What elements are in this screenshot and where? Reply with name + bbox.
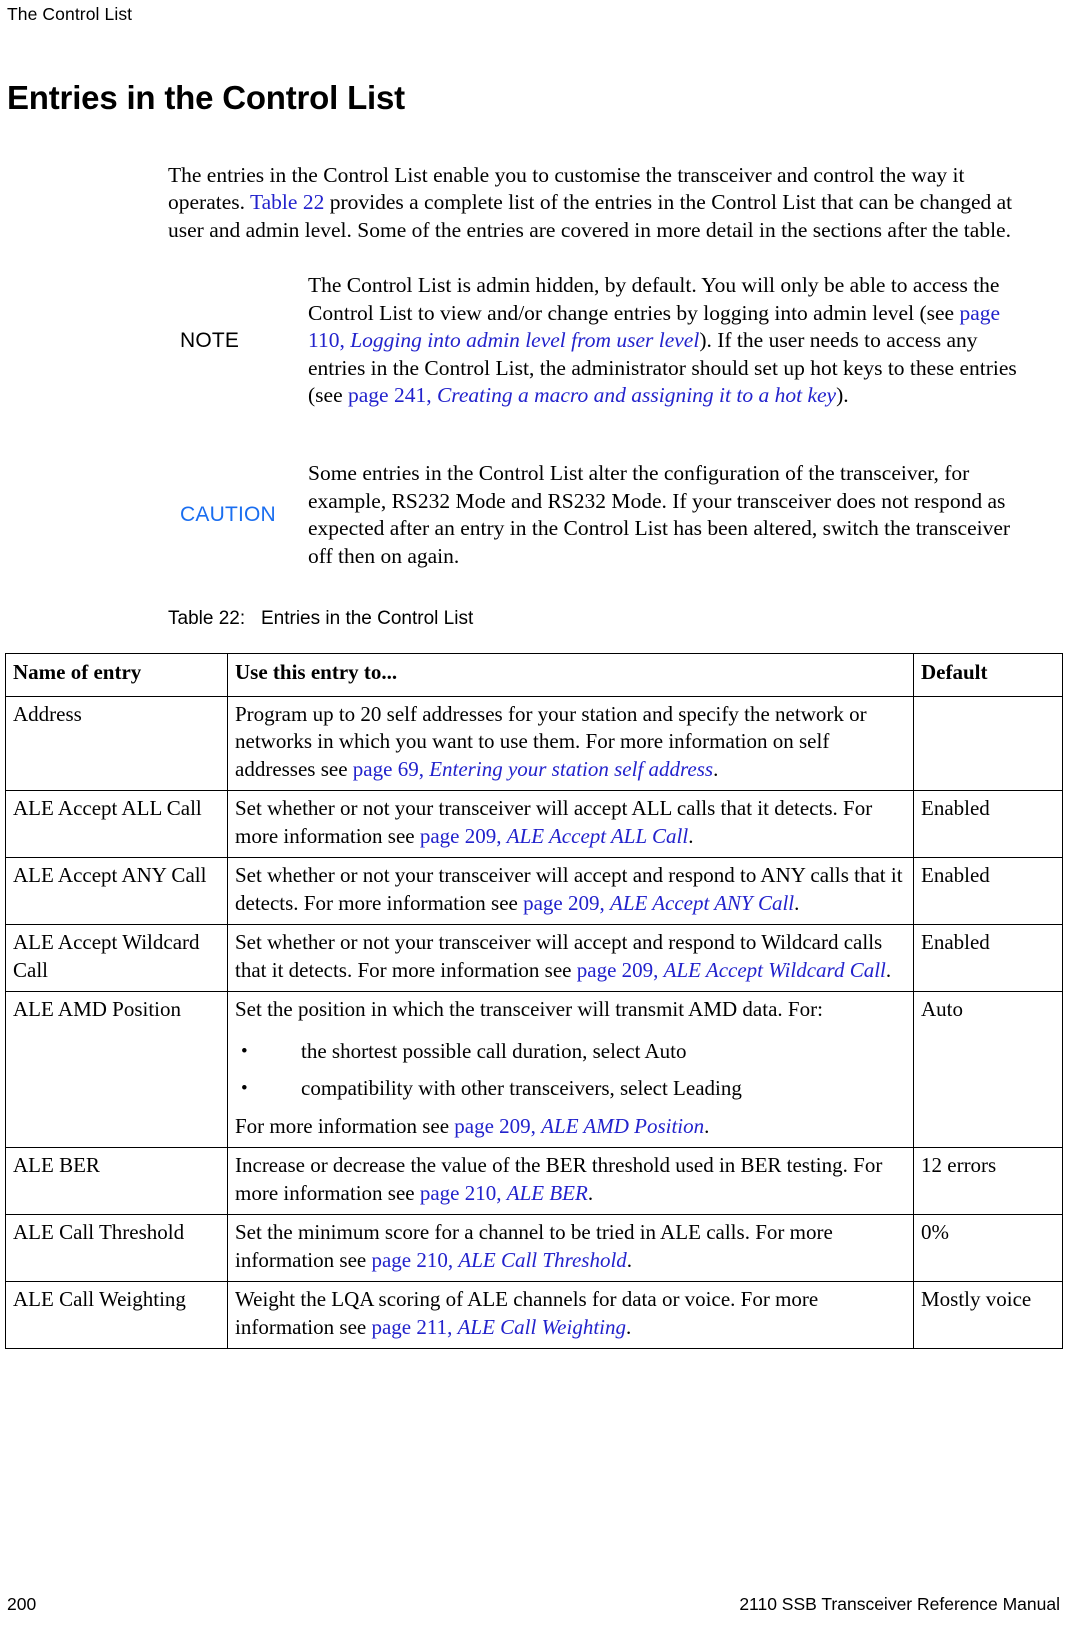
- link-page-209[interactable]: page 209,: [454, 1114, 541, 1138]
- note-admonition: NOTE The Control List is admin hidden, b…: [180, 272, 1026, 410]
- caution-admonition: CAUTION Some entries in the Control List…: [180, 460, 1026, 570]
- note-text-1: The Control List is admin hidden, by def…: [308, 273, 1000, 325]
- link-ale-ber[interactable]: ALE BER: [507, 1181, 588, 1205]
- cell-entry-default: Mostly voice: [913, 1281, 1063, 1349]
- link-creating-a-macro[interactable]: Creating a macro and assigning it to a h…: [437, 383, 836, 407]
- link-page-241[interactable]: page 241,: [348, 383, 437, 407]
- bullet-list: the shortest possible call duration, sel…: [235, 1038, 906, 1103]
- cell-entry-use: Set whether or not your transceiver will…: [227, 857, 914, 925]
- table-row: ALE Call Threshold Set the minimum score…: [5, 1214, 1063, 1282]
- footer-manual-title: 2110 SSB Transceiver Reference Manual: [739, 1594, 1060, 1614]
- running-header: The Control List: [7, 4, 133, 24]
- cell-entry-name: Address: [5, 695, 228, 791]
- page-title: Entries in the Control List: [7, 79, 405, 117]
- cell-text-end: .: [794, 890, 800, 915]
- cell-entry-use: Set whether or not your transceiver will…: [227, 790, 914, 858]
- cell-paragraph: Set the position in which the transceive…: [235, 997, 823, 1021]
- cell-paragraph: Set whether or not your transceiver will…: [235, 795, 906, 850]
- intro-paragraph: The entries in the Control List enable y…: [168, 162, 1016, 245]
- cell-entry-name: ALE AMD Position: [5, 991, 228, 1148]
- note-text-3: ).: [836, 383, 849, 407]
- cell-entry-default: Enabled: [913, 857, 1063, 925]
- cell-text-end: .: [688, 823, 694, 848]
- document-page: The Control List Entries in the Control …: [0, 0, 1067, 1639]
- table-body: Address Program up to 20 self addresses …: [5, 695, 1063, 1349]
- cell-entry-use: Set whether or not your transceiver will…: [227, 924, 914, 992]
- cell-text-end: .: [704, 1113, 710, 1138]
- control-list-table: Name of entry Use this entry to... Defau…: [5, 653, 1063, 1349]
- column-header-default: Default: [913, 653, 1063, 697]
- link-page-210[interactable]: page 210,: [420, 1181, 507, 1205]
- cell-text-end: .: [587, 1180, 594, 1205]
- cell-paragraph: Program up to 20 self addresses for your…: [235, 701, 906, 784]
- cell-paragraph: Set whether or not your transceiver will…: [235, 862, 906, 917]
- note-label: NOTE: [180, 328, 240, 352]
- link-page-211[interactable]: page 211,: [371, 1315, 457, 1339]
- link-page-209[interactable]: page 209,: [577, 958, 664, 982]
- list-item: compatibility with other transceivers, s…: [235, 1075, 906, 1103]
- list-item: the shortest possible call duration, sel…: [235, 1038, 906, 1066]
- table-header-row: Name of entry Use this entry to... Defau…: [5, 653, 1063, 697]
- cell-entry-default: [913, 695, 1063, 791]
- link-ale-accept-wildcard-call[interactable]: ALE Accept Wildcard Call: [664, 958, 886, 982]
- cell-entry-name: ALE BER: [5, 1147, 228, 1215]
- link-entering-your-station-self-address[interactable]: Entering your station self address: [429, 757, 713, 781]
- cell-entry-name: ALE Accept Wildcard Call: [5, 924, 228, 992]
- cell-entry-default: 0%: [913, 1214, 1063, 1282]
- link-page-69[interactable]: page 69,: [353, 757, 429, 781]
- table-row: ALE Call Weighting Weight the LQA scorin…: [5, 1281, 1063, 1349]
- cell-entry-name: ALE Call Threshold: [5, 1214, 228, 1282]
- cell-entry-default: Enabled: [913, 924, 1063, 992]
- cell-paragraph: Increase or decrease the value of the BE…: [235, 1152, 906, 1207]
- caution-label: CAUTION: [180, 503, 276, 526]
- cell-entry-use: Program up to 20 self addresses for your…: [227, 695, 914, 791]
- caution-body: Some entries in the Control List alter t…: [308, 461, 1011, 568]
- link-page-210[interactable]: page 210,: [371, 1248, 458, 1272]
- cell-paragraph: Set whether or not your transceiver will…: [235, 929, 906, 984]
- table-row: ALE AMD Position Set the position in whi…: [5, 991, 1063, 1148]
- cell-entry-name: ALE Accept ANY Call: [5, 857, 228, 925]
- table-caption-title: Entries in the Control List: [260, 608, 474, 629]
- cell-entry-use: Increase or decrease the value of the BE…: [227, 1147, 914, 1215]
- table-row: ALE Accept ALL Call Set whether or not y…: [5, 790, 1063, 858]
- cell-entry-default: Auto: [913, 991, 1063, 1148]
- link-ale-call-weighting[interactable]: ALE Call Weighting: [458, 1315, 626, 1339]
- table-caption: Table 22: Entries in the Control List: [168, 608, 473, 630]
- cell-paragraph: Set the minimum score for a channel to b…: [235, 1219, 906, 1274]
- column-header-use: Use this entry to...: [227, 653, 914, 697]
- link-page-209[interactable]: page 209,: [420, 824, 507, 848]
- table-row: Address Program up to 20 self addresses …: [5, 695, 1063, 791]
- table-row: ALE Accept Wildcard Call Set whether or …: [5, 924, 1063, 992]
- cell-text: For more information see: [235, 1113, 455, 1138]
- link-page-209[interactable]: page 209,: [523, 891, 610, 915]
- cell-text-end: .: [713, 756, 719, 781]
- page-footer: 200 2110 SSB Transceiver Reference Manua…: [0, 1594, 1067, 1620]
- link-ale-accept-all-call[interactable]: ALE Accept ALL Call: [507, 824, 688, 848]
- cell-text-end: .: [885, 957, 892, 982]
- table-caption-number: Table 22:: [168, 608, 246, 629]
- cell-entry-default: 12 errors: [913, 1147, 1063, 1215]
- link-logging-into-admin-level[interactable]: Logging into admin level from user level: [350, 328, 699, 352]
- link-ale-call-threshold[interactable]: ALE Call Threshold: [458, 1248, 626, 1272]
- cell-entry-use: Weight the LQA scoring of ALE channels f…: [227, 1281, 914, 1349]
- cell-entry-use: Set the minimum score for a channel to b…: [227, 1214, 914, 1282]
- cell-entry-default: Enabled: [913, 790, 1063, 858]
- note-body: The Control List is admin hidden, by def…: [308, 272, 1024, 410]
- cell-paragraph: For more information see page 209, ALE A…: [235, 1113, 906, 1141]
- table-caption-gap: [245, 608, 261, 629]
- cell-entry-name: ALE Call Weighting: [5, 1281, 228, 1349]
- link-table-22[interactable]: Table 22: [250, 190, 324, 214]
- link-ale-accept-any-call[interactable]: ALE Accept ANY Call: [610, 891, 794, 915]
- link-ale-amd-position[interactable]: ALE AMD Position: [541, 1114, 704, 1138]
- cell-entry-name: ALE Accept ALL Call: [5, 790, 228, 858]
- footer-page-number: 200: [7, 1594, 37, 1614]
- cell-text-end: .: [626, 1314, 632, 1339]
- cell-entry-use: Set the position in which the transceive…: [227, 991, 914, 1148]
- cell-text-end: .: [626, 1247, 633, 1272]
- table-row: ALE BER Increase or decrease the value o…: [5, 1147, 1063, 1215]
- column-header-name: Name of entry: [5, 653, 228, 697]
- table-row: ALE Accept ANY Call Set whether or not y…: [5, 857, 1063, 925]
- cell-paragraph: Weight the LQA scoring of ALE channels f…: [235, 1286, 906, 1341]
